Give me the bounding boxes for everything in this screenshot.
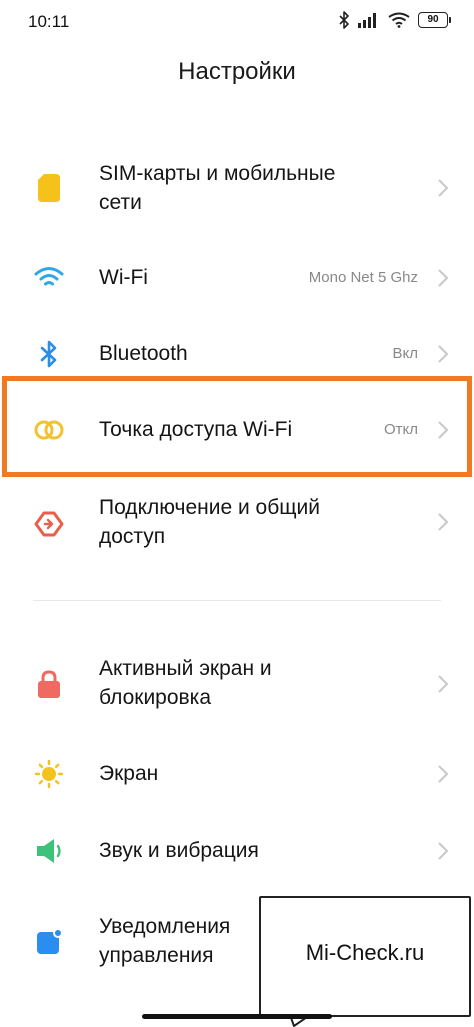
settings-item-label: Экран xyxy=(99,762,159,785)
bluetooth-icon xyxy=(33,338,65,370)
settings-item-label: управления xyxy=(99,944,214,967)
settings-item-lock-screen[interactable]: Активный экран и блокировка xyxy=(0,648,474,728)
chevron-right-icon xyxy=(438,842,449,860)
connection-sharing-icon xyxy=(33,508,65,540)
wifi-icon xyxy=(33,262,65,294)
chevron-right-icon xyxy=(438,179,449,197)
status-icons: 90 xyxy=(338,11,451,29)
speaker-icon xyxy=(33,835,65,867)
settings-item-label: Активный экран и xyxy=(99,657,272,680)
section-divider xyxy=(33,600,441,601)
settings-item-label: Подключение и общий xyxy=(99,496,321,519)
settings-item-label: доступ xyxy=(99,525,166,548)
bluetooth-status-icon xyxy=(338,11,350,29)
highlight-frame xyxy=(2,376,472,477)
home-indicator[interactable] xyxy=(142,1014,332,1019)
settings-item-value: Mono Net 5 Ghz xyxy=(308,269,418,286)
settings-item-label: SIM-карты и мобильные xyxy=(99,162,336,185)
settings-item-connection-sharing[interactable]: Подключение и общий доступ xyxy=(0,488,474,568)
wifi-status-icon xyxy=(388,12,410,28)
settings-item-wifi[interactable]: Wi-Fi Mono Net 5 Ghz xyxy=(0,250,474,306)
chevron-right-icon xyxy=(438,675,449,693)
watermark-text: Mi-Check.ru xyxy=(305,940,425,965)
settings-item-label: Уведомления xyxy=(99,915,231,938)
watermark-callout: Mi-Check.ru xyxy=(259,896,471,1017)
status-bar: 10:11 90 xyxy=(0,0,474,44)
settings-item-sound[interactable]: Звук и вибрация xyxy=(0,823,474,879)
chevron-right-icon xyxy=(438,765,449,783)
settings-item-label: Wi-Fi xyxy=(99,266,148,289)
page-title: Настройки xyxy=(178,58,296,85)
sun-icon xyxy=(33,758,65,790)
battery-icon: 90 xyxy=(418,12,451,28)
settings-item-label: блокировка xyxy=(99,686,212,709)
status-time: 10:11 xyxy=(28,12,70,31)
lock-icon xyxy=(33,668,65,700)
settings-item-label: Bluetooth xyxy=(99,342,188,365)
signal-icon xyxy=(358,12,380,28)
sim-card-icon xyxy=(33,172,65,204)
settings-item-label: сети xyxy=(99,191,142,214)
settings-item-label: Звук и вибрация xyxy=(99,839,259,862)
settings-item-bluetooth[interactable]: Bluetooth Вкл xyxy=(0,326,474,382)
chevron-right-icon xyxy=(438,269,449,287)
settings-item-display[interactable]: Экран xyxy=(0,746,474,802)
chevron-right-icon xyxy=(438,345,449,363)
settings-item-sim[interactable]: SIM-карты и мобильные сети xyxy=(0,152,474,232)
notification-icon xyxy=(33,926,65,958)
chevron-right-icon xyxy=(438,513,449,531)
settings-item-value: Вкл xyxy=(392,345,419,362)
